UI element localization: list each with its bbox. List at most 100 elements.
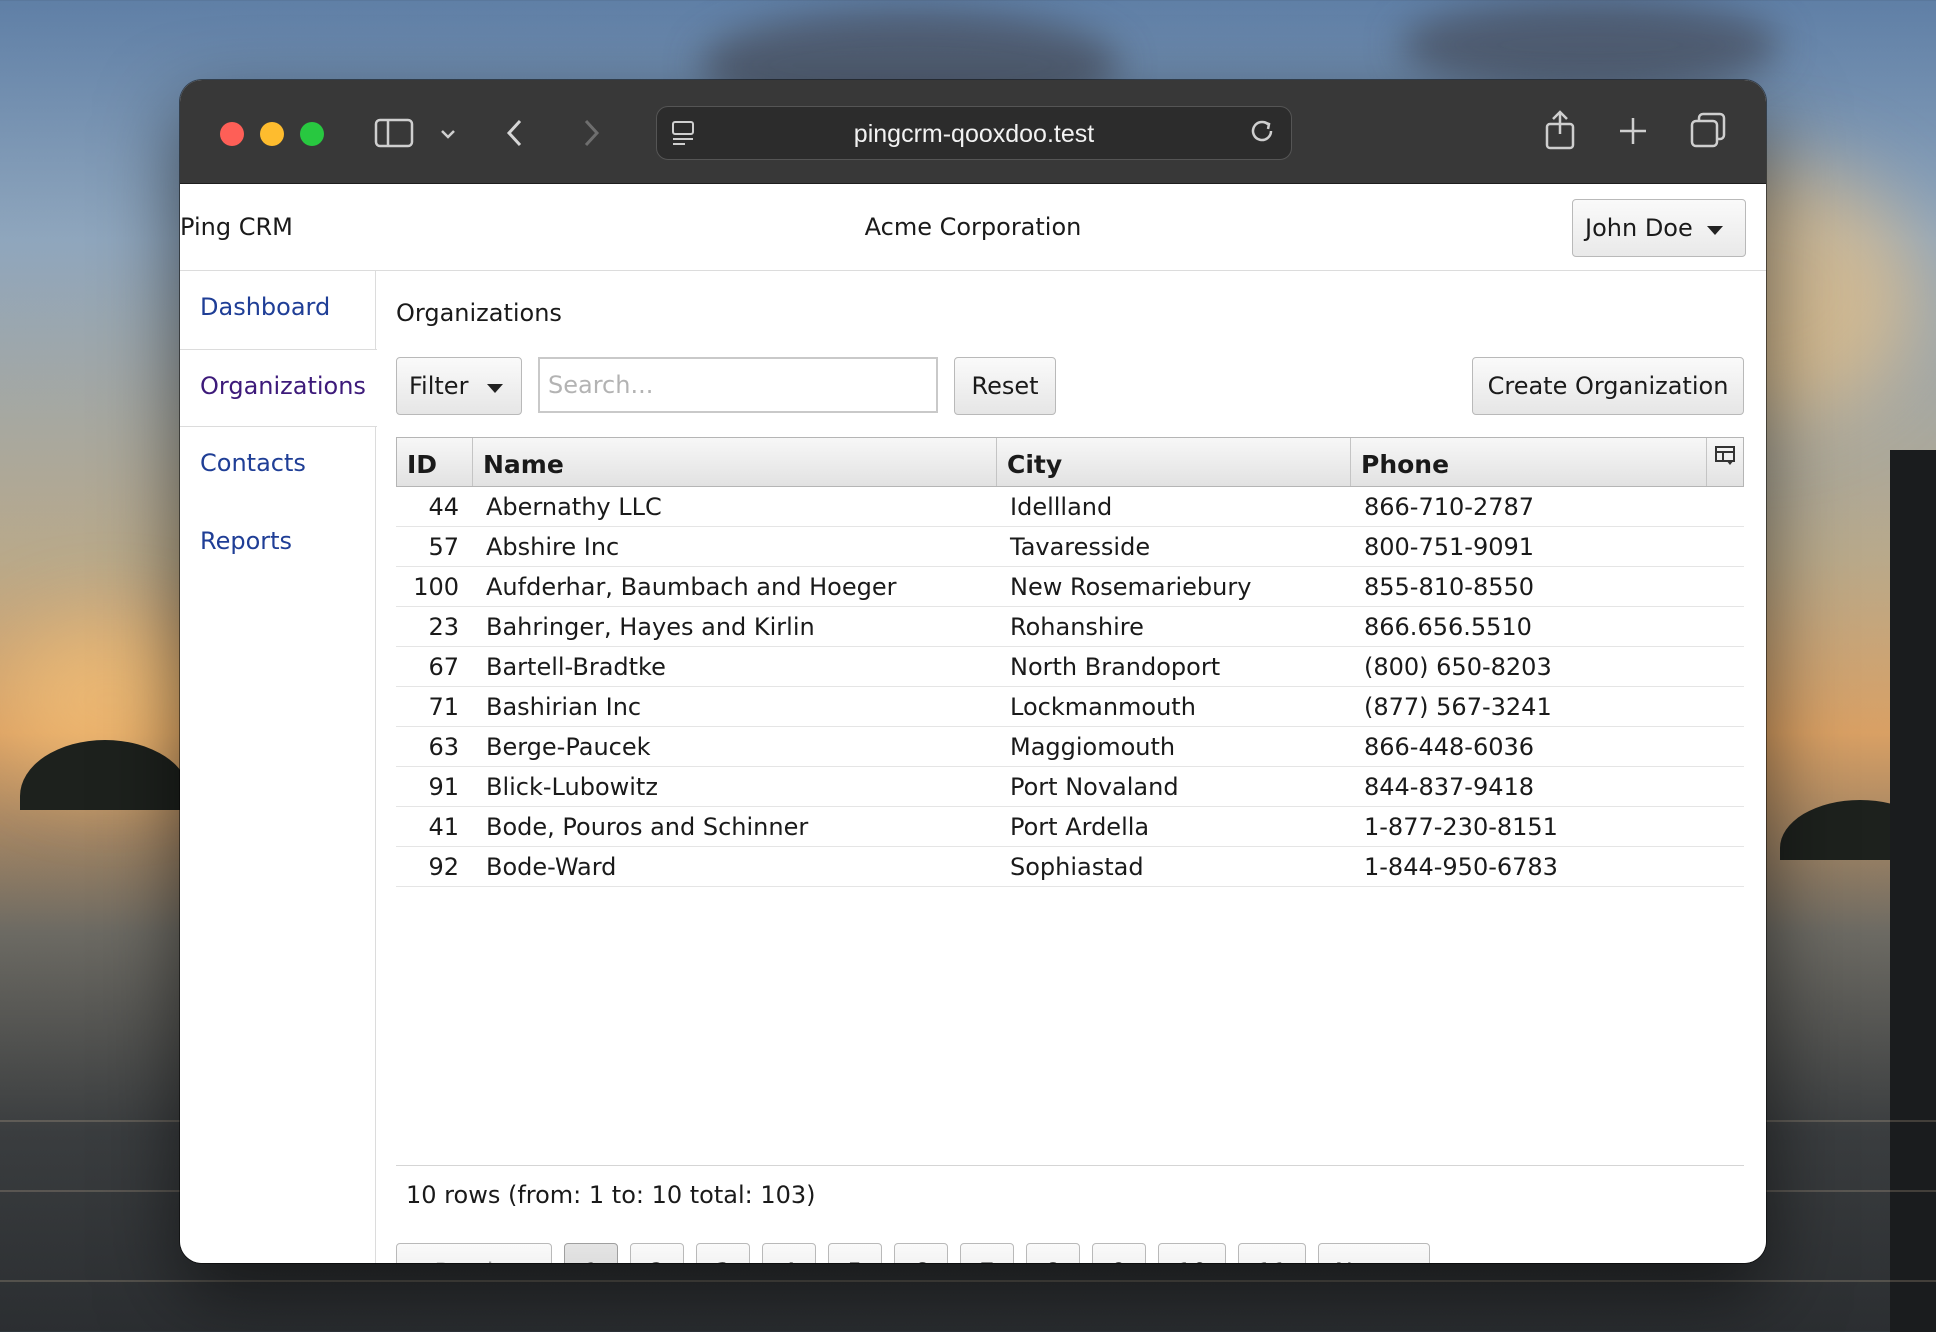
- table-row[interactable]: 63 Berge-Paucek Maggiomouth 866-448-6036: [396, 727, 1744, 767]
- cell-name: Abernathy LLC: [486, 493, 662, 521]
- back-arrow-icon[interactable]: [502, 118, 528, 154]
- table-row[interactable]: 41 Bode, Pouros and Schinner Port Ardell…: [396, 807, 1744, 847]
- sidebar-item-organizations[interactable]: Organizations: [180, 349, 377, 427]
- user-menu-label: John Doe: [1585, 214, 1693, 242]
- cell-phone: 1-844-950-6783: [1364, 853, 1558, 881]
- cell-city: North Brandoport: [1010, 653, 1221, 681]
- table-row[interactable]: 92 Bode-Ward Sophiastad 1-844-950-6783: [396, 847, 1744, 887]
- new-tab-icon[interactable]: [1618, 116, 1648, 152]
- page-button-2[interactable]: 2: [630, 1243, 684, 1263]
- main-content: Organizations Filter Reset Create Organi…: [396, 271, 1744, 1263]
- cell-city: Idellland: [1010, 493, 1113, 521]
- tab-overview-icon[interactable]: [1690, 112, 1726, 154]
- cell-city: Port Ardella: [1010, 813, 1150, 841]
- column-header-id[interactable]: ID: [397, 438, 473, 486]
- reset-button[interactable]: Reset: [954, 357, 1056, 415]
- cell-phone: (800) 650-8203: [1364, 653, 1552, 681]
- forward-arrow-icon[interactable]: [578, 118, 604, 154]
- column-header-city[interactable]: City: [997, 438, 1351, 486]
- cell-phone: 844-837-9418: [1364, 773, 1535, 801]
- cell-phone: 866-448-6036: [1364, 733, 1535, 761]
- cell-name: Bahringer, Hayes and Kirlin: [486, 613, 815, 641]
- table-row[interactable]: 71 Bashirian Inc Lockmanmouth (877) 567-…: [396, 687, 1744, 727]
- minimize-window-button[interactable]: [260, 122, 284, 146]
- page-button-5[interactable]: 5: [828, 1243, 882, 1263]
- cell-name: Blick-Lubowitz: [486, 773, 658, 801]
- cell-name: Bashirian Inc: [486, 693, 642, 721]
- table-footer-divider: [396, 1165, 1744, 1166]
- column-header-name[interactable]: Name: [473, 438, 997, 486]
- reload-icon[interactable]: [1249, 117, 1277, 154]
- page-button-6[interactable]: 6: [894, 1243, 948, 1263]
- page-button-11[interactable]: 11: [1238, 1243, 1306, 1263]
- cell-name: Berge-Paucek: [486, 733, 651, 761]
- filter-button-label: Filter: [409, 372, 469, 400]
- cell-city: Lockmanmouth: [1010, 693, 1196, 721]
- sidebar-item-reports[interactable]: Reports: [180, 505, 376, 583]
- page-button-4[interactable]: 4: [762, 1243, 816, 1263]
- column-visibility-icon[interactable]: [1707, 438, 1743, 486]
- table-header: ID Name City Phone: [396, 437, 1744, 487]
- table-row[interactable]: 91 Blick-Lubowitz Port Novaland 844-837-…: [396, 767, 1744, 807]
- sidebar-item-label: Dashboard: [200, 293, 331, 321]
- share-icon[interactable]: [1544, 110, 1576, 156]
- table-row[interactable]: 57 Abshire Inc Tavaresside 800-751-9091: [396, 527, 1744, 567]
- page-button-9[interactable]: 9: [1092, 1243, 1146, 1263]
- table-row[interactable]: 100 Aufderhar, Baumbach and Hoeger New R…: [396, 567, 1744, 607]
- cell-id: 23: [428, 613, 459, 641]
- row-count-info: 10 rows (from: 1 to: 10 total: 103): [406, 1181, 816, 1209]
- cell-id: 71: [428, 693, 459, 721]
- cell-name: Bode, Pouros and Schinner: [486, 813, 809, 841]
- search-input[interactable]: [538, 357, 938, 413]
- company-name: Acme Corporation: [864, 213, 1082, 241]
- browser-window: pingcrm-qooxdoo.test Ping CRM Acme Corpo…: [180, 80, 1766, 1263]
- cell-city: Tavaresside: [1010, 533, 1151, 561]
- page-button-7[interactable]: 7: [960, 1243, 1014, 1263]
- filter-button[interactable]: Filter: [396, 357, 522, 415]
- table-row[interactable]: 23 Bahringer, Hayes and Kirlin Rohanshir…: [396, 607, 1744, 647]
- cell-city: Port Novaland: [1010, 773, 1179, 801]
- cell-id: 63: [428, 733, 459, 761]
- organizations-table: ID Name City Phone 44 Abernathy LLC Idel…: [396, 437, 1744, 887]
- cell-id: 44: [428, 493, 459, 521]
- cell-id: 67: [428, 653, 459, 681]
- sidebar-item-label: Organizations: [200, 372, 366, 400]
- cell-phone: 855-810-8550: [1364, 573, 1535, 601]
- page-button-8[interactable]: 8: [1026, 1243, 1080, 1263]
- zoom-window-button[interactable]: [300, 122, 324, 146]
- sidebar-item-label: Reports: [200, 527, 293, 555]
- next-page-button[interactable]: Next »: [1318, 1243, 1430, 1263]
- caret-down-icon: [1707, 226, 1723, 235]
- sidebar-item-contacts[interactable]: Contacts: [180, 427, 376, 505]
- cell-phone: (877) 567-3241: [1364, 693, 1552, 721]
- page-button-3[interactable]: 3: [696, 1243, 750, 1263]
- cell-id: 100: [413, 573, 459, 601]
- chevron-down-icon[interactable]: [438, 120, 458, 150]
- table-row[interactable]: 67 Bartell-Bradtke North Brandoport (800…: [396, 647, 1744, 687]
- address-bar[interactable]: pingcrm-qooxdoo.test: [656, 106, 1292, 160]
- app-viewport: Ping CRM Acme Corporation John Doe Dashb…: [180, 185, 1766, 1263]
- cell-phone: 800-751-9091: [1364, 533, 1535, 561]
- create-organization-button[interactable]: Create Organization: [1472, 357, 1744, 415]
- app-header: Ping CRM Acme Corporation John Doe: [180, 185, 1766, 271]
- user-menu-button[interactable]: John Doe: [1572, 199, 1746, 257]
- page-button-1[interactable]: 1: [564, 1243, 618, 1263]
- cell-name: Bartell-Bradtke: [486, 653, 666, 681]
- cell-city: Rohanshire: [1010, 613, 1144, 641]
- column-header-phone[interactable]: Phone: [1351, 438, 1707, 486]
- cell-city: Sophiastad: [1010, 853, 1144, 881]
- table-row[interactable]: 44 Abernathy LLC Idellland 866-710-2787: [396, 487, 1744, 527]
- cell-id: 57: [428, 533, 459, 561]
- cell-name: Bode-Ward: [486, 853, 617, 881]
- sidebar-toggle-icon[interactable]: [374, 118, 414, 154]
- page-button-10[interactable]: 10: [1158, 1243, 1226, 1263]
- cell-id: 92: [428, 853, 459, 881]
- cell-name: Aufderhar, Baumbach and Hoeger: [486, 573, 897, 601]
- close-window-button[interactable]: [220, 122, 244, 146]
- previous-page-button[interactable]: « Previous: [396, 1243, 552, 1263]
- sidebar-item-dashboard[interactable]: Dashboard: [180, 271, 376, 349]
- url-text: pingcrm-qooxdoo.test: [853, 120, 1095, 148]
- sidebar: Dashboard Organizations Contacts Reports: [180, 271, 377, 1263]
- browser-toolbar: pingcrm-qooxdoo.test: [180, 80, 1766, 184]
- cell-id: 91: [428, 773, 459, 801]
